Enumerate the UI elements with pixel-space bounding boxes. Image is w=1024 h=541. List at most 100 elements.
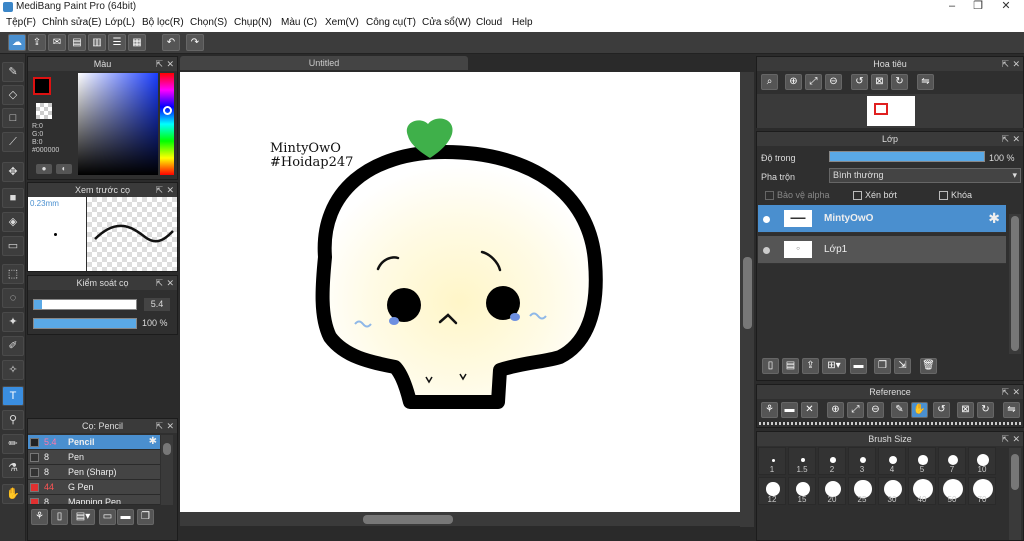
clipping-checkbox[interactable] <box>853 191 862 200</box>
menu-edit[interactable]: Chỉnh sửa(E) <box>42 17 102 28</box>
select-eraser-icon[interactable]: ✧ <box>2 360 24 380</box>
rotate-right-icon[interactable]: ↻ <box>977 402 994 418</box>
menu-cloud[interactable]: Cloud <box>476 17 502 28</box>
panel-close-icon[interactable]: ✕ <box>1012 432 1020 446</box>
fit-window-icon[interactable]: ⤢ <box>847 402 864 418</box>
menu-file[interactable]: Tệp(F) <box>6 17 36 28</box>
document-tab[interactable]: Untitled <box>180 56 468 70</box>
bucket-tool-icon[interactable]: ◈ <box>2 212 24 232</box>
palette-mode-icon[interactable]: ◐ <box>56 164 72 174</box>
canvas-vertical-scrollbar[interactable] <box>740 72 754 527</box>
panel-close-icon[interactable]: ✕ <box>1012 132 1020 146</box>
comment-icon[interactable]: ✉ <box>48 34 66 51</box>
brush-list-scrollbar[interactable] <box>161 435 173 505</box>
select-rect-icon[interactable]: ⬚ <box>2 264 24 284</box>
eyedropper-icon[interactable]: ✎ <box>891 402 908 418</box>
zoom-fit-icon[interactable]: ⌕ <box>761 74 778 90</box>
canvas-horizontal-scrollbar[interactable] <box>180 512 740 526</box>
menu-layer[interactable]: Lớp(L) <box>105 17 135 28</box>
navigator-thumbnail[interactable] <box>867 96 915 126</box>
undock-icon[interactable]: ⇱ <box>1001 385 1009 399</box>
gear-icon[interactable]: ✱ <box>149 436 157 447</box>
zoom-in-icon[interactable]: ⊕ <box>827 402 844 418</box>
brush-size-slider[interactable] <box>33 299 137 310</box>
brush-size-preset[interactable]: 30 <box>878 477 906 505</box>
panel-close-icon[interactable]: ✕ <box>1012 57 1020 71</box>
brush-item-pencil[interactable]: 5.4 Pencil ✱ <box>28 435 160 450</box>
layer-folder-icon[interactable]: ▬ <box>850 358 867 374</box>
brush-size-preset[interactable]: 7 <box>938 447 966 475</box>
undock-icon[interactable]: ⇱ <box>155 276 163 290</box>
menu-help[interactable]: Help <box>512 17 533 28</box>
undock-icon[interactable]: ⇱ <box>1001 432 1009 446</box>
zoom-out-icon[interactable]: ⊖ <box>825 74 842 90</box>
panel-close-icon[interactable]: ✕ <box>166 419 174 433</box>
actual-size-icon[interactable]: ⊠ <box>957 402 974 418</box>
operation-tool-icon[interactable]: ⚲ <box>2 410 24 430</box>
undo-icon[interactable]: ↶ <box>162 34 180 51</box>
panel-close-icon[interactable]: ✕ <box>166 183 174 197</box>
add-reference-icon[interactable]: ⚘ <box>761 402 778 418</box>
brush-item-mapping-pen[interactable]: 8 Mapping Pen <box>28 495 160 505</box>
undock-icon[interactable]: ⇱ <box>155 183 163 197</box>
hand-icon[interactable]: ✋ <box>911 402 928 418</box>
protect-alpha-checkbox[interactable] <box>765 191 774 200</box>
duplicate-brush-icon[interactable]: ❐ <box>137 509 154 525</box>
document-icon[interactable]: ▥ <box>88 34 106 51</box>
eyedropper-tool-icon[interactable]: ⚗ <box>2 458 24 478</box>
layer-item-mintyowo[interactable]: ▬▬▬ MintyOwO ✱ <box>758 205 1006 233</box>
undock-icon[interactable]: ⇱ <box>155 57 163 71</box>
menu-filter[interactable]: Bộ lọc(R) <box>142 17 184 28</box>
menu-select[interactable]: Chọn(S) <box>190 17 227 28</box>
grid-icon[interactable]: ▦ <box>128 34 146 51</box>
foreground-color-swatch[interactable] <box>33 77 51 95</box>
visibility-icon[interactable] <box>763 216 770 223</box>
close-reference-icon[interactable]: ✕ <box>801 402 818 418</box>
share-icon[interactable]: ⇪ <box>28 34 46 51</box>
flip-icon[interactable]: ⇋ <box>917 74 934 90</box>
panel-close-icon[interactable]: ✕ <box>166 57 174 71</box>
merge-layer-icon[interactable]: ⇲ <box>894 358 911 374</box>
brush-size-preset[interactable]: 15 <box>788 477 816 505</box>
minimize-button[interactable]: – <box>940 0 964 14</box>
text-tool-icon[interactable]: T <box>2 386 24 406</box>
menu-window[interactable]: Cửa sổ(W) <box>422 17 471 28</box>
add-brush-icon[interactable]: ⚘ <box>31 509 48 525</box>
layer-item-lop1[interactable]: ○ Lớp1 <box>758 236 1006 264</box>
new-halftone-layer-icon[interactable]: ▤ <box>782 358 799 374</box>
duplicate-layer-icon[interactable]: ❐ <box>874 358 891 374</box>
menu-color[interactable]: Màu (C) <box>281 17 317 28</box>
brush-size-preset[interactable]: 25 <box>848 477 876 505</box>
delete-brush-icon[interactable]: ▭ <box>99 509 116 525</box>
list-icon[interactable]: ☰ <box>108 34 126 51</box>
delete-layer-icon[interactable]: 🗑 <box>920 358 937 374</box>
brush-size-preset[interactable]: 20 <box>818 477 846 505</box>
navigator-preview[interactable] <box>757 94 1023 128</box>
hand-tool-icon[interactable]: ✋ <box>2 484 24 504</box>
new-layer-icon[interactable]: ▯ <box>762 358 779 374</box>
brush-size-preset[interactable]: 50 <box>938 477 966 505</box>
layer-list-scrollbar[interactable] <box>1009 214 1021 354</box>
redo-icon[interactable]: ↷ <box>186 34 204 51</box>
divide-tool-icon[interactable]: ✏ <box>2 434 24 454</box>
panel-close-icon[interactable]: ✕ <box>1012 385 1020 399</box>
lasso-tool-icon[interactable]: ◌ <box>2 288 24 308</box>
brush-tool-icon[interactable]: ✎ <box>2 62 24 82</box>
rotate-right-icon[interactable]: ↻ <box>891 74 908 90</box>
zoom-in-icon[interactable]: ⊕ <box>785 74 802 90</box>
brush-size-preset[interactable]: 2 <box>818 447 846 475</box>
layer-opacity-slider[interactable] <box>829 151 985 162</box>
undock-icon[interactable]: ⇱ <box>155 419 163 433</box>
brush-size-preset[interactable]: 10 <box>968 447 996 475</box>
brush-item-g-pen[interactable]: 44 G Pen <box>28 480 160 495</box>
visibility-icon[interactable] <box>763 247 770 254</box>
folder-icon[interactable]: ▬ <box>117 509 134 525</box>
new-brush-icon[interactable]: ▯ <box>51 509 68 525</box>
new-8bit-layer-icon[interactable]: ⇪ <box>802 358 819 374</box>
drawing-canvas[interactable]: MintyOwO #Hoidap247 <box>180 72 740 512</box>
brush-size-scrollbar[interactable] <box>1009 448 1021 540</box>
actual-size-icon[interactable]: ⊠ <box>871 74 888 90</box>
zoom-out-icon[interactable]: ⊖ <box>867 402 884 418</box>
hue-slider[interactable] <box>160 73 174 175</box>
brush-size-preset[interactable]: 1.5 <box>788 447 816 475</box>
